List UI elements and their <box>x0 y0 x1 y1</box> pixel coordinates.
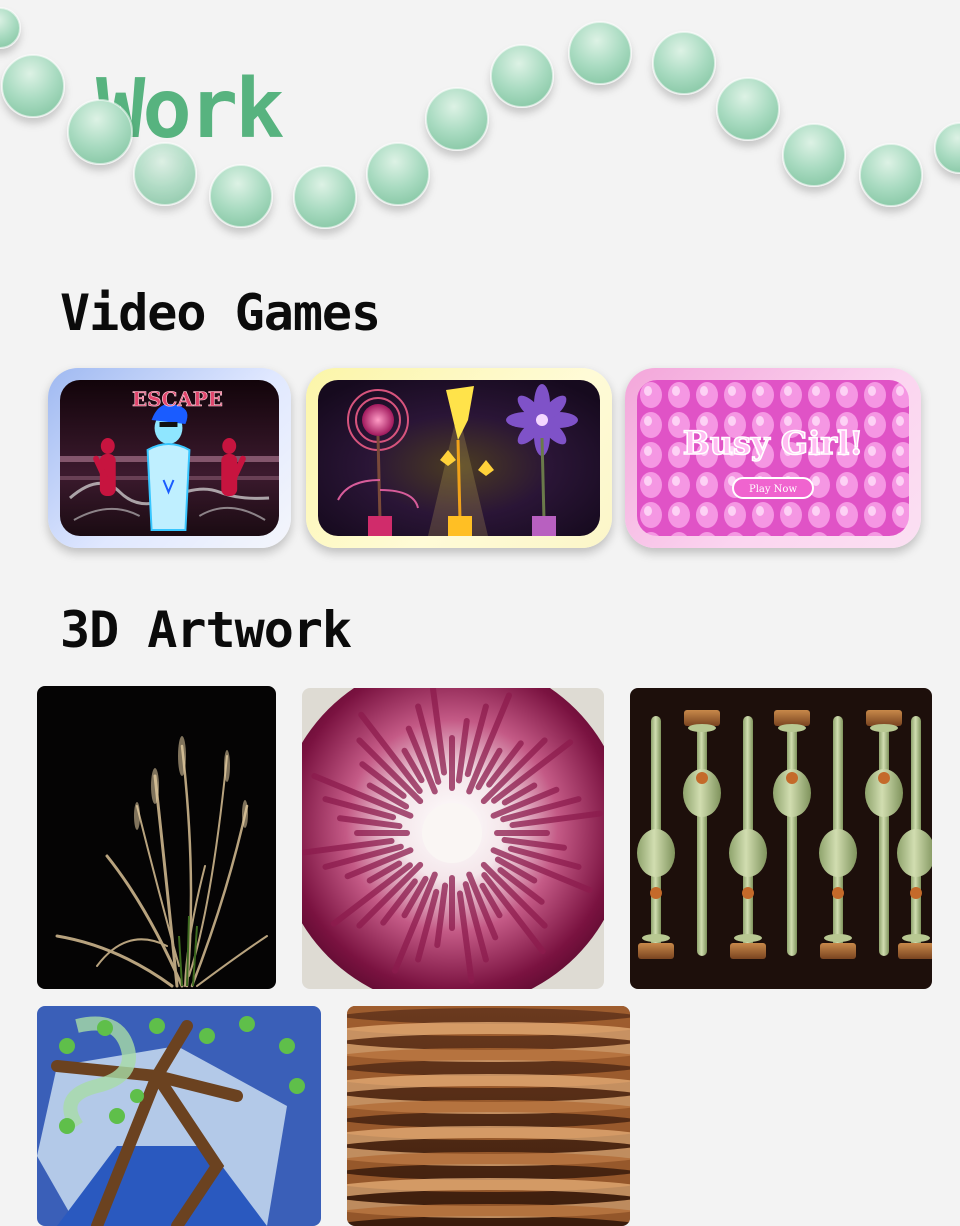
bead <box>716 77 780 141</box>
art-tile-magenta-burst[interactable] <box>302 688 604 989</box>
bead <box>934 122 960 174</box>
flowers-game-thumbnail <box>318 380 600 536</box>
section-heading-3d-artwork: 3D Artwork <box>60 601 352 659</box>
golden-grass-image <box>37 686 276 989</box>
tree-hexagon-image <box>37 1006 321 1226</box>
game-card-flowers[interactable] <box>306 368 612 548</box>
green-vases-image <box>630 688 932 989</box>
art-tile-copper-rings[interactable] <box>347 1006 630 1226</box>
section-heading-video-games: Video Games <box>60 284 381 342</box>
bead <box>293 165 357 229</box>
page-title: Work <box>96 62 284 157</box>
copper-rings-image <box>347 1006 630 1226</box>
bead <box>568 21 632 85</box>
play-now-label: Play Now <box>749 484 797 495</box>
bead <box>0 7 21 49</box>
escape-game-thumbnail: ESCAPE <box>60 380 279 536</box>
bead <box>425 87 489 151</box>
game-card-escape[interactable]: ESCAPE <box>48 368 291 548</box>
bead <box>859 143 923 207</box>
escape-title: ESCAPE <box>132 387 223 411</box>
magenta-burst-image <box>302 688 604 989</box>
busy-girl-game-thumbnail: Busy Girl! Play Now <box>637 380 909 536</box>
bead <box>782 123 846 187</box>
bead <box>366 142 430 206</box>
art-tile-tree-hexagon[interactable] <box>37 1006 321 1226</box>
game-card-busy-girl[interactable]: Busy Girl! Play Now <box>625 368 921 548</box>
art-tile-green-vases[interactable] <box>630 688 932 989</box>
art-tile-golden-grass[interactable] <box>37 686 276 989</box>
bead <box>209 164 273 228</box>
busy-girl-title: Busy Girl! <box>683 424 864 462</box>
bead <box>490 44 554 108</box>
bead <box>1 54 65 118</box>
bead <box>652 31 716 95</box>
